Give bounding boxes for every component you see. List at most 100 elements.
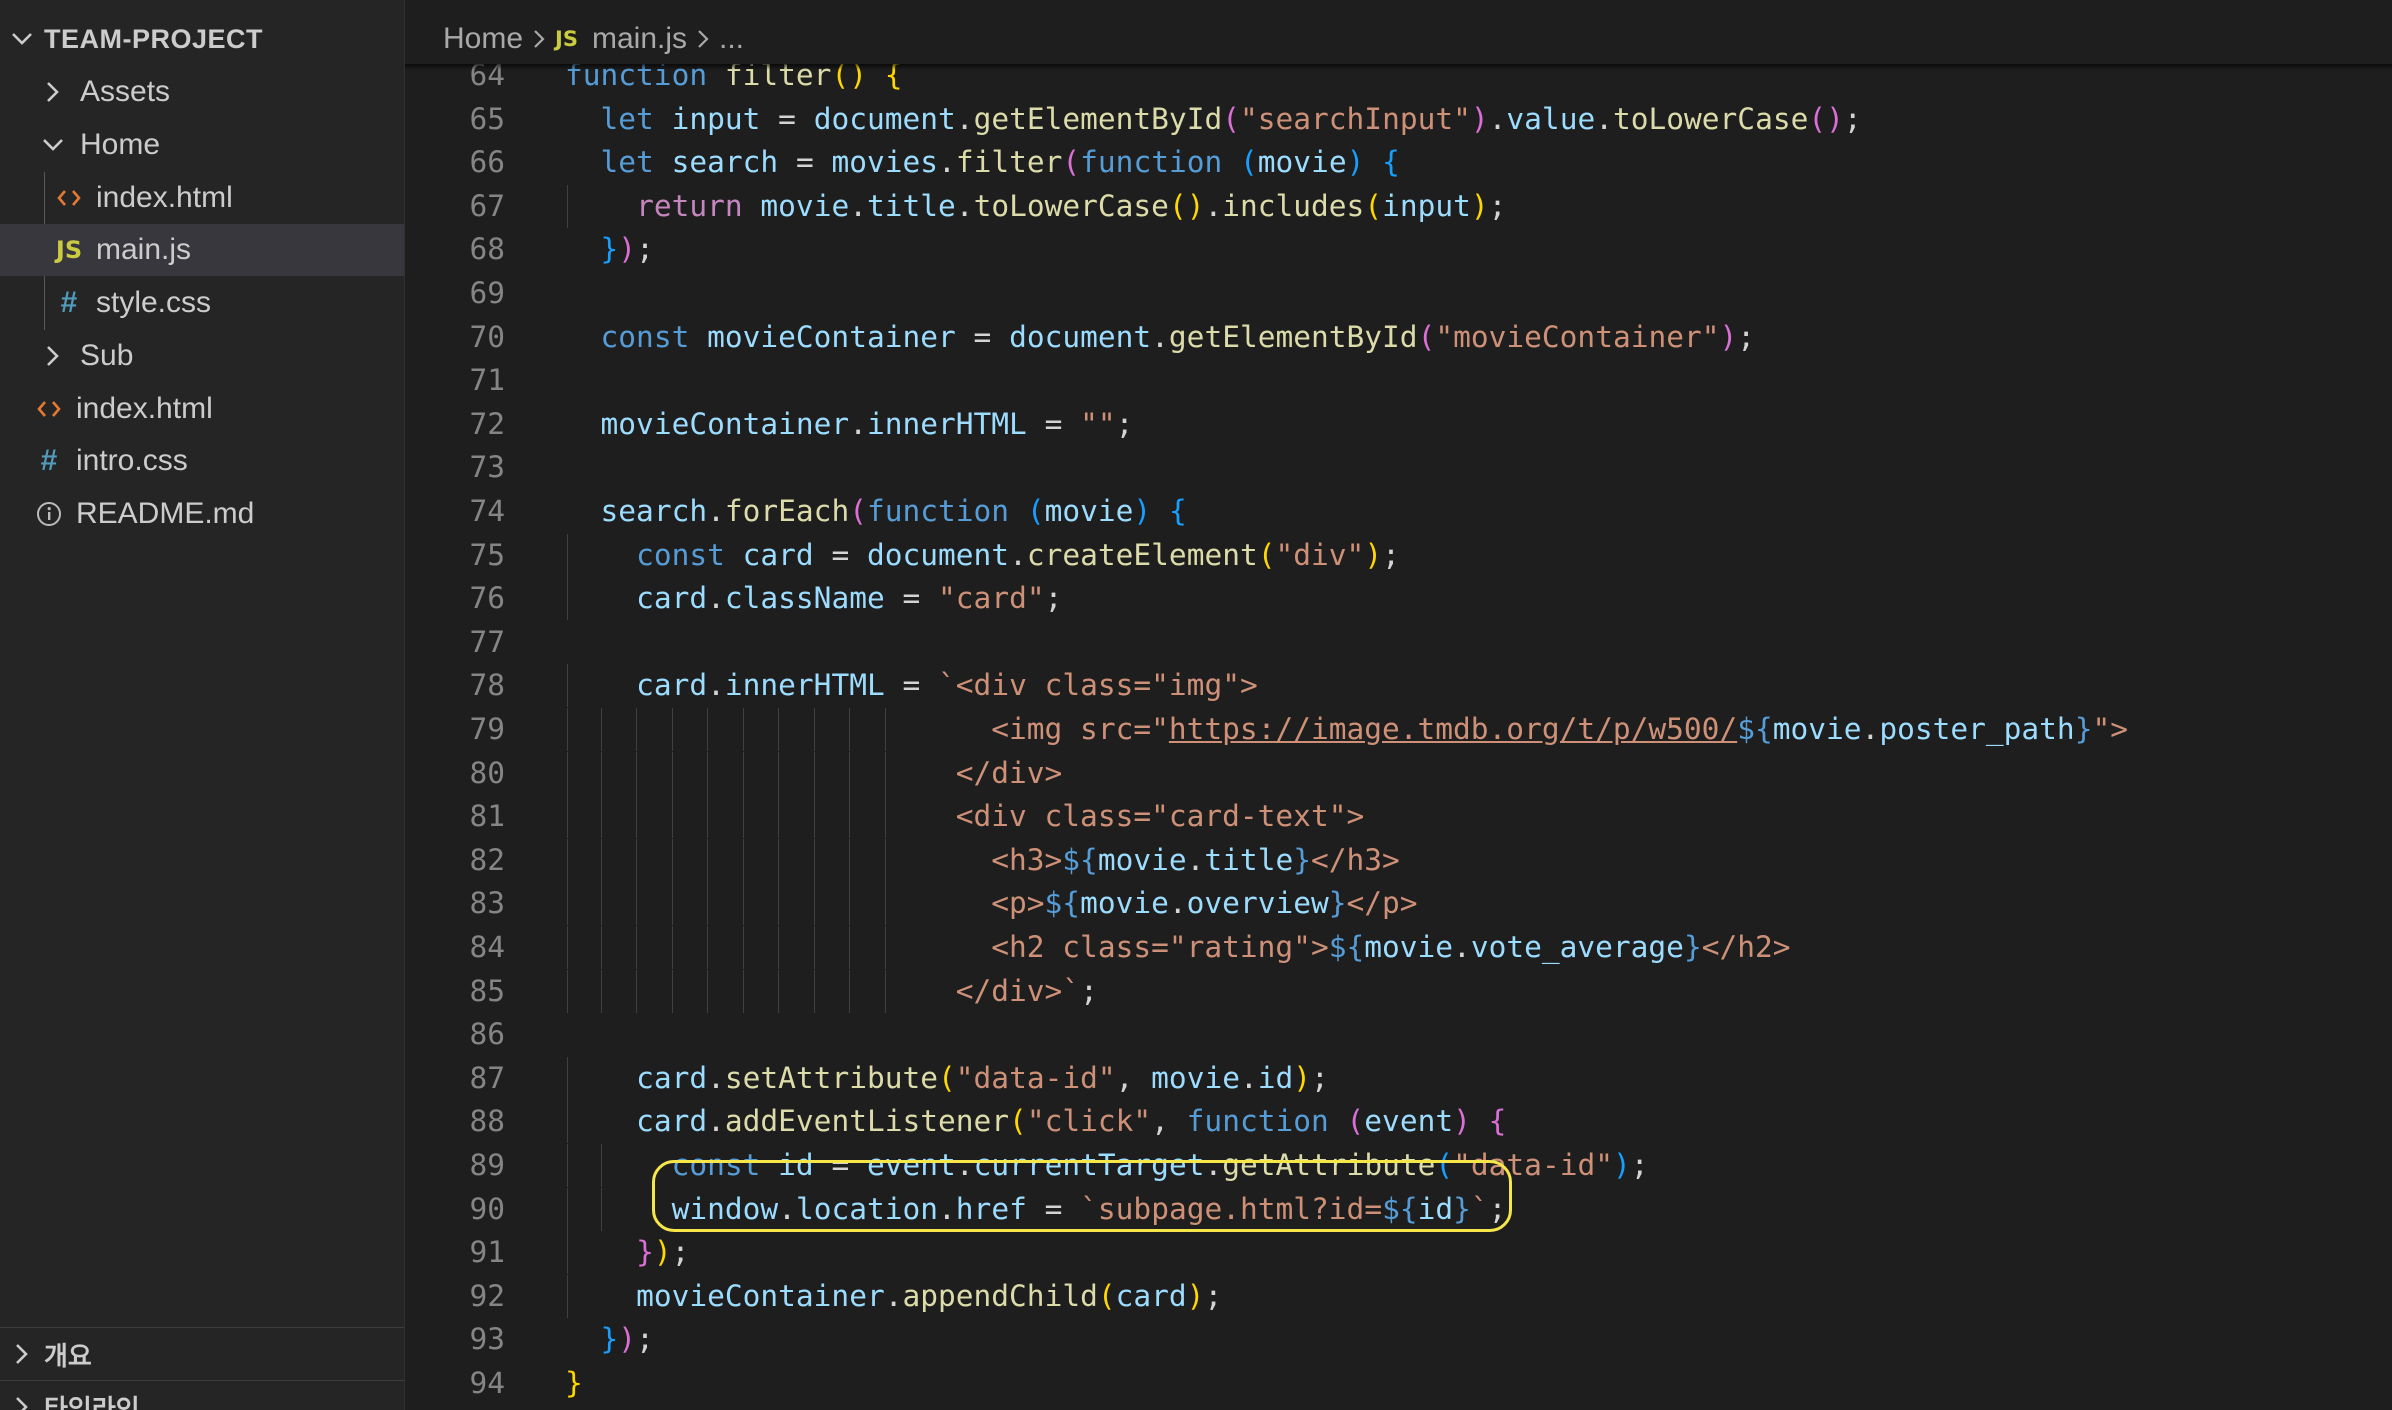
project-header[interactable]: TEAM-PROJECT <box>0 17 404 61</box>
outline-panel-header[interactable]: 개요 <box>0 1327 404 1380</box>
code-line[interactable]: 91 }); <box>405 1231 2392 1275</box>
code-text: <h2 class="rating">${movie.vote_average}… <box>565 930 1791 964</box>
line-number: 71 <box>469 363 505 398</box>
code-line[interactable]: 67 return movie.title.toLowerCase().incl… <box>405 184 2392 228</box>
line-number: 74 <box>469 494 505 528</box>
tree-file-main-js[interactable]: JS main.js <box>0 224 404 276</box>
line-number: 90 <box>469 1191 505 1226</box>
js-file-icon: JS <box>555 27 578 51</box>
tree-label: Sub <box>80 339 134 372</box>
code-line[interactable]: 75 const card = document.createElement("… <box>405 533 2392 577</box>
line-number: 85 <box>469 973 505 1008</box>
line-number: 84 <box>469 930 505 964</box>
code-text: }); <box>600 1322 654 1357</box>
code-text: window.location.href = `subpage.html?id=… <box>671 1191 1507 1226</box>
code-line[interactable]: 76 card.className = "card"; <box>405 577 2392 621</box>
code-line[interactable]: 89 const id = event.currentTarget.getAtt… <box>405 1144 2392 1187</box>
line-number: 78 <box>469 668 505 703</box>
code-text: card.setAttribute("data-id", movie.id); <box>636 1060 1329 1095</box>
tree-file-index-html[interactable]: index.html <box>0 383 404 435</box>
info-icon <box>34 501 64 527</box>
code-text: card.addEventListener("click", function … <box>636 1104 1507 1139</box>
explorer-sidebar: TEAM-PROJECT Assets Home index.html JS m… <box>0 0 405 1410</box>
chevron-down-icon <box>0 32 44 46</box>
css-file-icon: # <box>60 286 78 319</box>
tree-file-home-index-html[interactable]: index.html <box>0 172 404 224</box>
code-line[interactable]: 80 </div> <box>405 751 2392 795</box>
code-text: movieContainer.innerHTML = ""; <box>600 406 1134 441</box>
line-number: 93 <box>469 1322 505 1357</box>
code-line[interactable]: 87 card.setAttribute("data-id", movie.id… <box>405 1056 2392 1100</box>
line-number: 76 <box>469 581 505 616</box>
line-number: 65 <box>469 101 505 136</box>
tree-folder-home[interactable]: Home <box>0 119 404 171</box>
code-text: card.innerHTML = `<div class="img"> <box>636 668 1258 703</box>
breadcrumb-item-symbol[interactable]: ... <box>719 22 744 56</box>
code-line[interactable]: 88 card.addEventListener("click", functi… <box>405 1100 2392 1144</box>
code-line[interactable]: 69 <box>405 272 2392 315</box>
panel-title: 타임라인 <box>44 1393 140 1410</box>
tree-label: index.html <box>76 392 213 425</box>
line-number: 80 <box>469 755 505 790</box>
code-line[interactable]: 70 const movieContainer = document.getEl… <box>405 316 2392 359</box>
breadcrumb-item-home[interactable]: Home <box>443 22 523 56</box>
code-line[interactable]: 82 <h3>${movie.title}</h3> <box>405 838 2392 882</box>
chevron-right-icon <box>0 1396 44 1410</box>
chevron-right-icon <box>533 29 545 49</box>
code-text: } <box>565 1366 583 1400</box>
code-text: search.forEach(function (movie) { <box>600 494 1187 528</box>
line-number: 83 <box>469 886 505 921</box>
code-line[interactable]: 74 search.forEach(function (movie) { <box>405 490 2392 533</box>
breadcrumb: Home JS main.js ... <box>405 14 2392 64</box>
code-line[interactable]: 85 </div>`; <box>405 969 2392 1013</box>
code-editor[interactable]: 6364function filter() {65 let input = do… <box>405 0 2392 1410</box>
tree-label: Home <box>80 128 161 161</box>
timeline-panel-header[interactable]: 타임라인 <box>0 1380 404 1410</box>
code-line[interactable]: 81 <div class="card-text"> <box>405 795 2392 839</box>
code-line[interactable]: 78 card.innerHTML = `<div class="img"> <box>405 664 2392 708</box>
code-text: <h3>${movie.title}</h3> <box>565 842 1400 877</box>
line-number: 91 <box>469 1235 505 1270</box>
line-number: 87 <box>469 1060 505 1095</box>
code-line[interactable]: 86 <box>405 1013 2392 1056</box>
line-number: 92 <box>469 1278 505 1313</box>
chevron-right-icon <box>38 345 68 367</box>
chevron-right-icon <box>0 1343 44 1365</box>
panel-title: 개요 <box>44 1340 92 1371</box>
code-line[interactable]: 71 <box>405 359 2392 402</box>
code-line[interactable]: 72 movieContainer.innerHTML = ""; <box>405 403 2392 446</box>
line-number: 70 <box>469 319 505 354</box>
code-line[interactable]: 68 }); <box>405 228 2392 271</box>
line-number: 67 <box>469 188 505 223</box>
breadcrumb-shadow <box>405 64 2392 70</box>
tree-file-intro-css[interactable]: # intro.css <box>0 435 404 487</box>
project-title: TEAM-PROJECT <box>44 23 264 54</box>
tree-file-readme[interactable]: README.md <box>0 488 404 540</box>
tree-folder-assets[interactable]: Assets <box>0 66 404 118</box>
code-line[interactable]: 73 <box>405 446 2392 489</box>
code-line[interactable]: 90 window.location.href = `subpage.html?… <box>405 1187 2392 1231</box>
line-number: 66 <box>469 145 505 180</box>
code-line[interactable]: 66 let search = movies.filter(function (… <box>405 141 2392 184</box>
code-line[interactable]: 79 <img src="https://image.tmdb.org/t/p/… <box>405 708 2392 751</box>
code-text: }); <box>636 1235 690 1270</box>
html-file-icon <box>34 400 64 418</box>
line-number: 94 <box>469 1366 505 1400</box>
code-text: <img src="https://image.tmdb.org/t/p/w50… <box>565 712 2128 746</box>
code-line[interactable]: 84 <h2 class="rating">${movie.vote_avera… <box>405 926 2392 969</box>
code-line[interactable]: 92 movieContainer.appendChild(card); <box>405 1274 2392 1318</box>
code-line[interactable]: 77 <box>405 621 2392 664</box>
breadcrumb-item-file[interactable]: main.js <box>592 22 687 56</box>
code-line[interactable]: 94} <box>405 1362 2392 1405</box>
tree-folder-sub[interactable]: Sub <box>0 330 404 382</box>
code-line[interactable]: 83 <p>${movie.overview}</p> <box>405 882 2392 926</box>
css-file-icon: # <box>40 444 58 477</box>
js-file-icon: JS <box>55 236 83 264</box>
code-line[interactable]: 93 }); <box>405 1318 2392 1361</box>
chevron-right-icon <box>38 81 68 103</box>
code-text: <div class="card-text"> <box>565 799 1365 834</box>
code-line[interactable]: 65 let input = document.getElementById("… <box>405 98 2392 141</box>
tree-file-style-css[interactable]: # style.css <box>0 277 404 329</box>
tree-label: intro.css <box>76 444 188 477</box>
line-number: 79 <box>469 712 505 746</box>
